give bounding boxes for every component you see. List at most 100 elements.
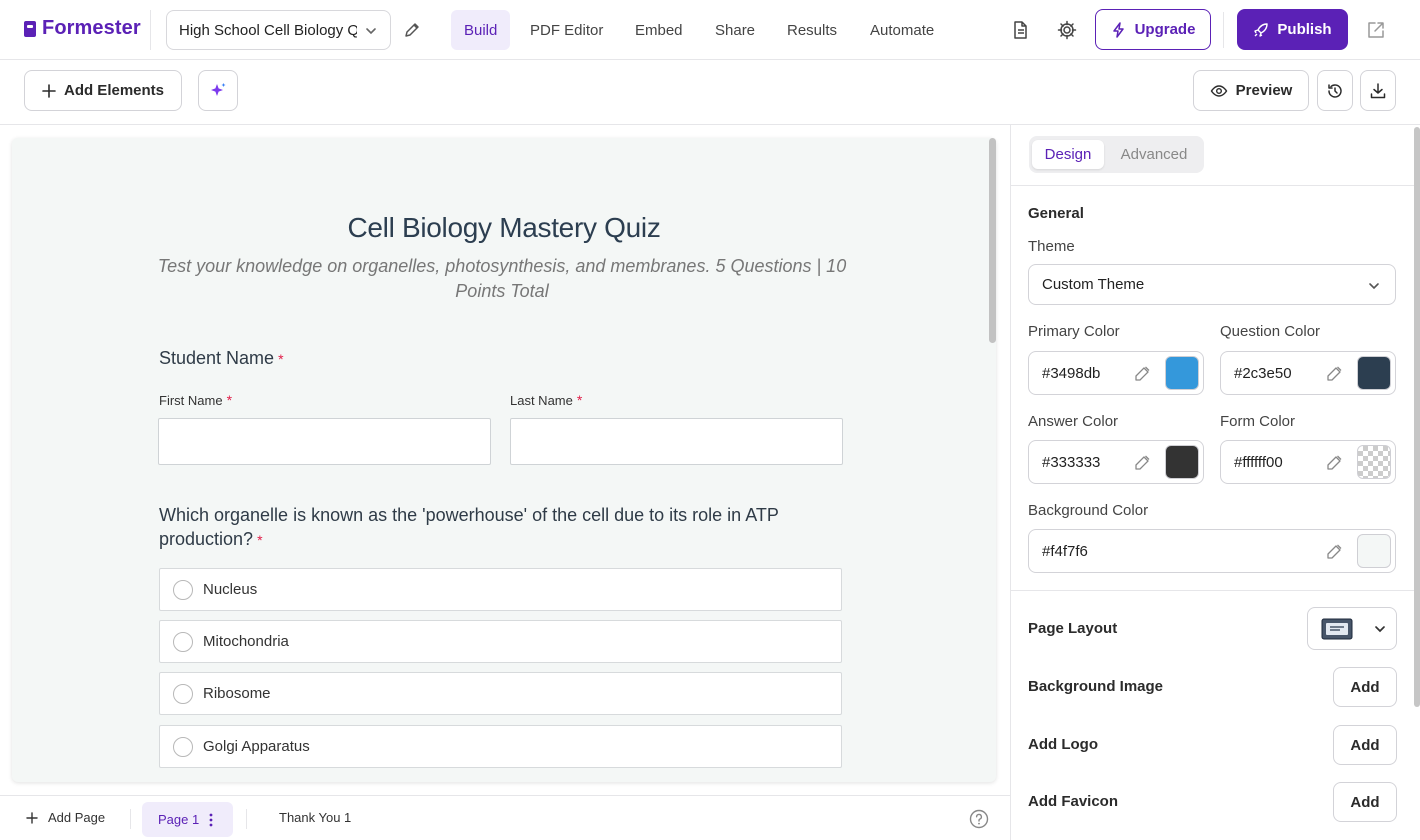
- history-icon: [1328, 83, 1342, 98]
- tab-design[interactable]: Design: [1032, 140, 1104, 169]
- open-external-icon[interactable]: [1364, 18, 1388, 42]
- panel-tabs: Design Advanced: [1029, 136, 1204, 173]
- chevron-down-icon: [1369, 283, 1379, 290]
- background-color-swatch[interactable]: [1357, 534, 1391, 568]
- add-page-label: Add Page: [48, 810, 106, 825]
- settings-gear-icon[interactable]: [1055, 18, 1079, 42]
- preview-label: Preview: [1235, 82, 1293, 99]
- first-name-text: First Name: [159, 393, 223, 408]
- option-ribosome[interactable]: Ribosome: [159, 672, 842, 715]
- divider: [1011, 590, 1420, 591]
- question-1-label[interactable]: Which organelle is known as the 'powerho…: [159, 503, 839, 552]
- eyedropper-icon[interactable]: [1325, 365, 1343, 383]
- nav-build[interactable]: Build: [451, 10, 511, 50]
- theme-select[interactable]: Custom Theme: [1028, 264, 1396, 305]
- last-name-input[interactable]: [510, 418, 843, 465]
- first-name-input[interactable]: [158, 418, 491, 465]
- option-golgi-apparatus[interactable]: Golgi Apparatus: [159, 725, 842, 768]
- student-name-label[interactable]: Student Name *: [159, 348, 284, 369]
- eyedropper-icon[interactable]: [1325, 543, 1343, 561]
- background-image-label: Background Image: [1028, 678, 1164, 695]
- required-marker: *: [226, 392, 233, 408]
- radio-button[interactable]: [173, 631, 193, 652]
- form-title[interactable]: Cell Biology Mastery Quiz: [12, 212, 996, 244]
- sparkle-icon: [211, 82, 226, 96]
- rename-form-pencil-icon[interactable]: [400, 18, 424, 42]
- app-name: Formester: [42, 17, 141, 39]
- more-vertical-icon[interactable]: [208, 813, 214, 827]
- lightning-icon: [1112, 21, 1124, 38]
- version-history-button[interactable]: [1317, 70, 1353, 111]
- plus-icon: [42, 83, 56, 98]
- add-logo-button[interactable]: Add: [1333, 725, 1397, 765]
- chevron-down-icon: [366, 28, 376, 35]
- add-elements-label: Add Elements: [63, 82, 165, 99]
- radio-button[interactable]: [173, 736, 193, 757]
- answer-color-swatch[interactable]: [1165, 445, 1199, 479]
- add-page-button[interactable]: Add Page: [26, 810, 105, 825]
- ai-sparkle-button[interactable]: [198, 70, 238, 111]
- question-1-text: Which organelle is known as the 'powerho…: [159, 505, 779, 549]
- question-color-input[interactable]: #2c3e50: [1220, 351, 1396, 395]
- eye-icon: [1210, 84, 1227, 97]
- page-bar: Add Page Page 1 Thank You 1: [0, 795, 1010, 840]
- rocket-icon: [1254, 22, 1269, 37]
- page-layout-select[interactable]: [1307, 607, 1397, 650]
- option-label: Mitochondria: [203, 633, 289, 650]
- eyedropper-icon[interactable]: [1133, 454, 1151, 472]
- nav-embed[interactable]: Embed: [622, 10, 696, 50]
- option-nucleus[interactable]: Nucleus: [159, 568, 842, 611]
- form-description[interactable]: Test your knowledge on organelles, photo…: [152, 254, 852, 304]
- help-icon[interactable]: [969, 809, 989, 829]
- publish-button[interactable]: Publish: [1237, 9, 1348, 50]
- panel-scrollbar[interactable]: [1414, 127, 1420, 707]
- canvas-scrollbar[interactable]: [989, 138, 996, 343]
- required-marker: *: [576, 392, 583, 408]
- form-selector[interactable]: High School Cell Biology Quiz: [166, 10, 391, 50]
- answer-color-input[interactable]: #333333: [1028, 440, 1204, 484]
- page-layout-label: Page Layout: [1028, 620, 1118, 637]
- top-bar: Formester High School Cell Biology Quiz …: [0, 0, 1420, 60]
- radio-button[interactable]: [173, 683, 193, 704]
- divider: [1011, 185, 1420, 186]
- form-color-input[interactable]: #ffffff00: [1220, 440, 1396, 484]
- nav-pdf-editor[interactable]: PDF Editor: [517, 10, 616, 50]
- formester-logo-icon: [24, 20, 36, 37]
- form-color-label: Form Color: [1220, 413, 1296, 430]
- eyedropper-icon[interactable]: [1133, 365, 1151, 383]
- form-color-swatch[interactable]: [1357, 445, 1391, 479]
- primary-color-value: #3498db: [1042, 364, 1101, 382]
- background-color-value: #f4f7f6: [1042, 542, 1088, 560]
- page-tab-label: Page 1: [158, 812, 200, 827]
- question-color-swatch[interactable]: [1357, 356, 1391, 390]
- eyedropper-icon[interactable]: [1325, 454, 1343, 472]
- preview-button[interactable]: Preview: [1193, 70, 1309, 111]
- page-tab-page-1[interactable]: Page 1: [142, 802, 233, 837]
- layout-card-icon: [1321, 618, 1353, 639]
- document-icon[interactable]: [1008, 18, 1032, 42]
- download-button[interactable]: [1360, 70, 1396, 111]
- answer-color-label: Answer Color: [1028, 413, 1119, 430]
- primary-color-input[interactable]: #3498db: [1028, 351, 1204, 395]
- app-logo[interactable]: Formester: [24, 17, 141, 40]
- nav-results[interactable]: Results: [774, 10, 850, 50]
- tab-advanced[interactable]: Advanced: [1109, 140, 1199, 169]
- upgrade-label: Upgrade: [1134, 21, 1196, 38]
- design-panel: Design Advanced General Theme Custom The…: [1010, 125, 1420, 840]
- student-name-text: Student Name: [159, 348, 275, 368]
- radio-button[interactable]: [173, 579, 193, 600]
- nav-automate[interactable]: Automate: [857, 10, 947, 50]
- nav-share[interactable]: Share: [702, 10, 768, 50]
- add-favicon-button[interactable]: Add: [1333, 782, 1397, 822]
- editor-toolbar: Add Elements Preview: [0, 60, 1420, 125]
- background-color-input[interactable]: #f4f7f6: [1028, 529, 1396, 573]
- option-label: Nucleus: [203, 581, 258, 598]
- upgrade-button[interactable]: Upgrade: [1095, 9, 1211, 50]
- add-elements-button[interactable]: Add Elements: [24, 70, 182, 111]
- option-mitochondria[interactable]: Mitochondria: [159, 620, 842, 663]
- divider: [150, 10, 151, 50]
- background-color-label: Background Color: [1028, 502, 1149, 519]
- add-background-image-button[interactable]: Add: [1333, 667, 1397, 707]
- page-tab-thank-you[interactable]: Thank You 1: [279, 810, 351, 825]
- primary-color-swatch[interactable]: [1165, 356, 1199, 390]
